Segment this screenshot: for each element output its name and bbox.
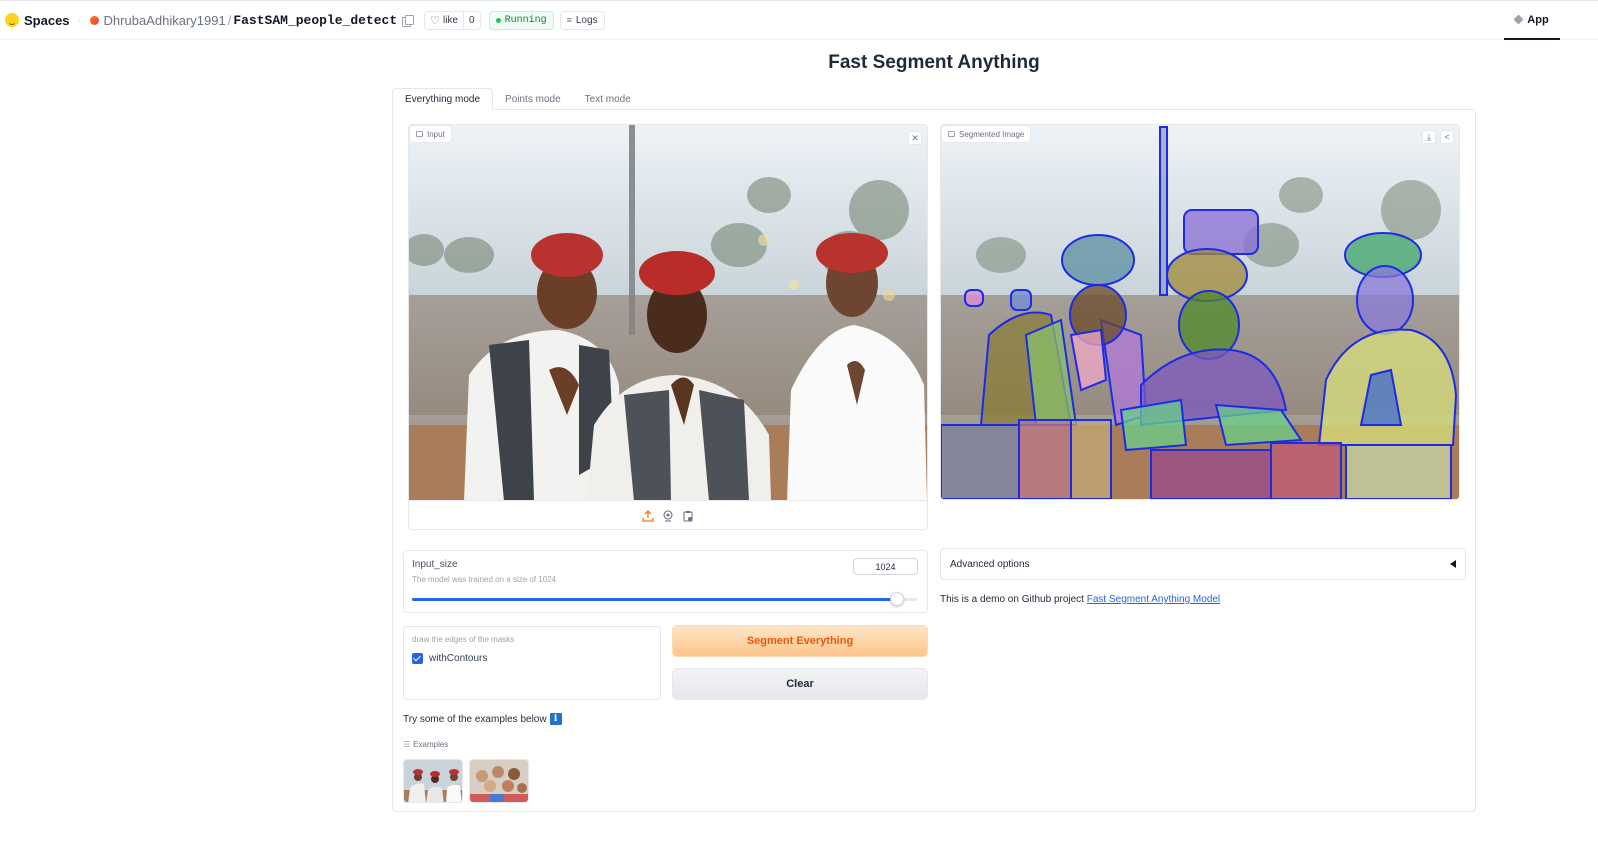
input-size-slider-block: Input_size The model was trained on a si…: [403, 550, 928, 613]
input-image-label: Input: [409, 125, 452, 143]
heart-icon: ♡: [430, 14, 441, 27]
like-count: 0: [463, 11, 480, 29]
app-tab-label: App: [1527, 13, 1549, 26]
example-thumbnail-image: [470, 760, 528, 802]
tab-app[interactable]: App: [1504, 1, 1560, 40]
webcam-icon[interactable]: [662, 509, 674, 522]
upload-icon[interactable]: [642, 509, 654, 522]
spaces-brand[interactable]: Spaces: [5, 13, 70, 28]
logs-label: Logs: [575, 14, 598, 26]
segmented-image-component: Segmented Image ⤓ <: [940, 124, 1460, 500]
app-icon: [1513, 14, 1524, 25]
input-source-toolbar: [409, 500, 927, 529]
owner-link[interactable]: DhrubaAdhikary1991: [104, 13, 226, 28]
examples-prompt: Try some of the examples below i: [403, 713, 562, 725]
tab-points-mode[interactable]: Points mode: [493, 88, 573, 110]
tab-everything-mode[interactable]: Everything mode: [392, 88, 494, 110]
download-icon[interactable]: ⤓: [1422, 130, 1436, 144]
example-thumbnail-image: [404, 760, 462, 802]
clear-button[interactable]: Clear: [672, 668, 928, 700]
like-label: like: [443, 14, 459, 26]
caret-left-icon: [1450, 560, 1456, 568]
clear-image-icon[interactable]: ✕: [908, 131, 922, 145]
nav-separator: ·: [77, 13, 82, 27]
examples-label: ☰ Examples: [403, 740, 448, 749]
input-photo: [409, 125, 927, 501]
examples-label-text: Examples: [413, 740, 449, 749]
page-title: Fast Segment Anything: [828, 52, 1040, 73]
with-contours-checkbox[interactable]: withContours: [412, 653, 487, 664]
repo-name-link[interactable]: FastSAM_people_detect: [233, 13, 397, 28]
logs-button[interactable]: ≡ Logs: [559, 10, 605, 30]
status-label: Running: [504, 14, 547, 26]
examples-prompt-text: Try some of the examples below: [403, 713, 547, 725]
share-icon[interactable]: <: [1440, 130, 1454, 144]
checkbox-checked-icon[interactable]: [412, 653, 423, 664]
input-size-slider-fill: [412, 598, 897, 601]
input-image-component[interactable]: Input ✕: [408, 124, 928, 530]
segmented-image-label: Segmented Image: [941, 125, 1032, 143]
segmented-label-text: Segmented Image: [959, 129, 1025, 139]
owner-avatar: [89, 15, 99, 25]
with-contours-label: withContours: [429, 653, 488, 664]
examples-list-icon: ☰: [403, 740, 411, 749]
segmented-photo-svg: [941, 125, 1459, 499]
tab-text-mode[interactable]: Text mode: [573, 88, 643, 110]
contours-block: draw the edges of the masks withContours: [403, 626, 661, 700]
input-size-label: Input_size: [412, 559, 458, 570]
paste-clipboard-icon[interactable]: [682, 509, 694, 522]
contours-info: draw the edges of the masks: [412, 635, 515, 644]
advanced-options-accordion[interactable]: Advanced options: [940, 548, 1466, 580]
image-icon: [416, 131, 423, 137]
huggingface-logo-icon: [5, 13, 19, 27]
like-button[interactable]: ♡ like 0: [424, 10, 481, 30]
info-icon: i: [549, 713, 562, 725]
image-icon: [948, 131, 955, 137]
path-separator: /: [227, 12, 232, 28]
demo-text: This is a demo on Github project: [940, 594, 1087, 605]
status-badge[interactable]: Running: [488, 10, 554, 30]
top-nav-bar: Spaces · DhrubaAdhikary1991 / FastSAM_pe…: [0, 0, 1598, 40]
example-thumbnail[interactable]: [403, 759, 463, 803]
status-dot-icon: [495, 17, 501, 23]
copy-icon[interactable]: [402, 14, 415, 27]
segment-everything-button[interactable]: Segment Everything: [672, 625, 928, 657]
demo-note: This is a demo on Github project Fast Se…: [940, 594, 1220, 605]
input-size-slider-thumb[interactable]: [889, 592, 904, 606]
github-project-link[interactable]: Fast Segment Anything Model: [1087, 594, 1220, 605]
example-thumbnail[interactable]: [469, 759, 529, 803]
input-size-number-field[interactable]: 1024: [853, 558, 918, 575]
spaces-label: Spaces: [24, 12, 70, 28]
logs-icon: ≡: [566, 15, 572, 25]
segmented-photo: [941, 125, 1459, 499]
input-size-info: The model was trained on a size of 1024: [412, 575, 557, 584]
input-size-slider-track[interactable]: [412, 592, 917, 606]
mode-tabs: Everything mode Points mode Text mode: [392, 88, 643, 110]
advanced-options-label: Advanced options: [950, 558, 1030, 570]
input-label-text: Input: [427, 129, 445, 139]
input-photo-svg: [409, 125, 927, 501]
